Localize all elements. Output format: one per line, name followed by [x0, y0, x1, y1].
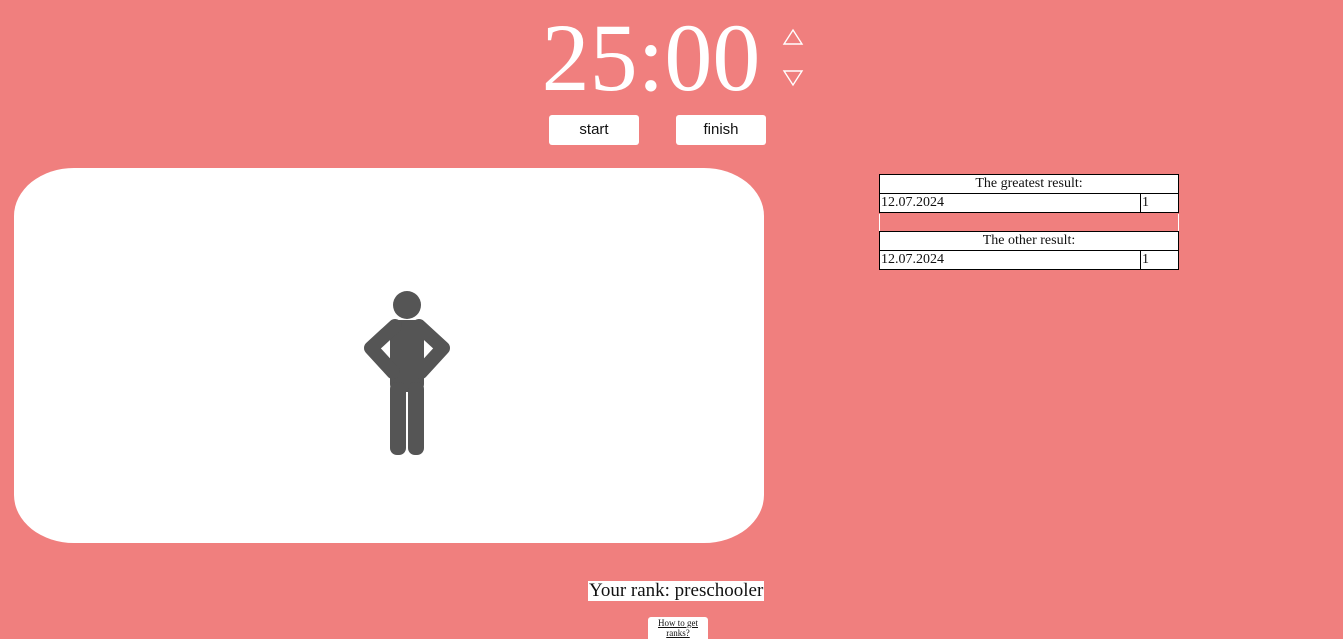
decrease-time-button[interactable]: [780, 66, 806, 90]
triangle-up-outline-icon: [782, 28, 804, 45]
increase-time-button[interactable]: [780, 26, 806, 50]
standing-person-hands-on-hips-icon: [364, 291, 450, 455]
result-date: 12.07.2024: [879, 193, 1141, 213]
result-value: 1: [1140, 193, 1179, 213]
greatest-results-title: The greatest result:: [879, 174, 1179, 194]
triangle-down-outline-icon: [782, 70, 804, 87]
exercise-stage: [14, 168, 764, 543]
rank-label: Your rank: preschooler: [588, 580, 765, 601]
result-date: 12.07.2024: [879, 250, 1141, 270]
timer-display: 25:00: [541, 4, 761, 111]
results-divider: [879, 214, 1179, 231]
greatest-results-table: The greatest result: 12.07.2024 1: [879, 174, 1179, 213]
how-to-get-ranks-link[interactable]: How to get ranks?: [648, 617, 708, 639]
result-value: 1: [1140, 250, 1179, 270]
other-results-table: The other result: 12.07.2024 1: [879, 231, 1179, 270]
other-results-title: The other result:: [879, 231, 1179, 251]
start-button[interactable]: start: [549, 115, 639, 145]
finish-button[interactable]: finish: [676, 115, 766, 145]
table-row: 12.07.2024 1: [879, 193, 1179, 213]
table-row: 12.07.2024 1: [879, 250, 1179, 270]
